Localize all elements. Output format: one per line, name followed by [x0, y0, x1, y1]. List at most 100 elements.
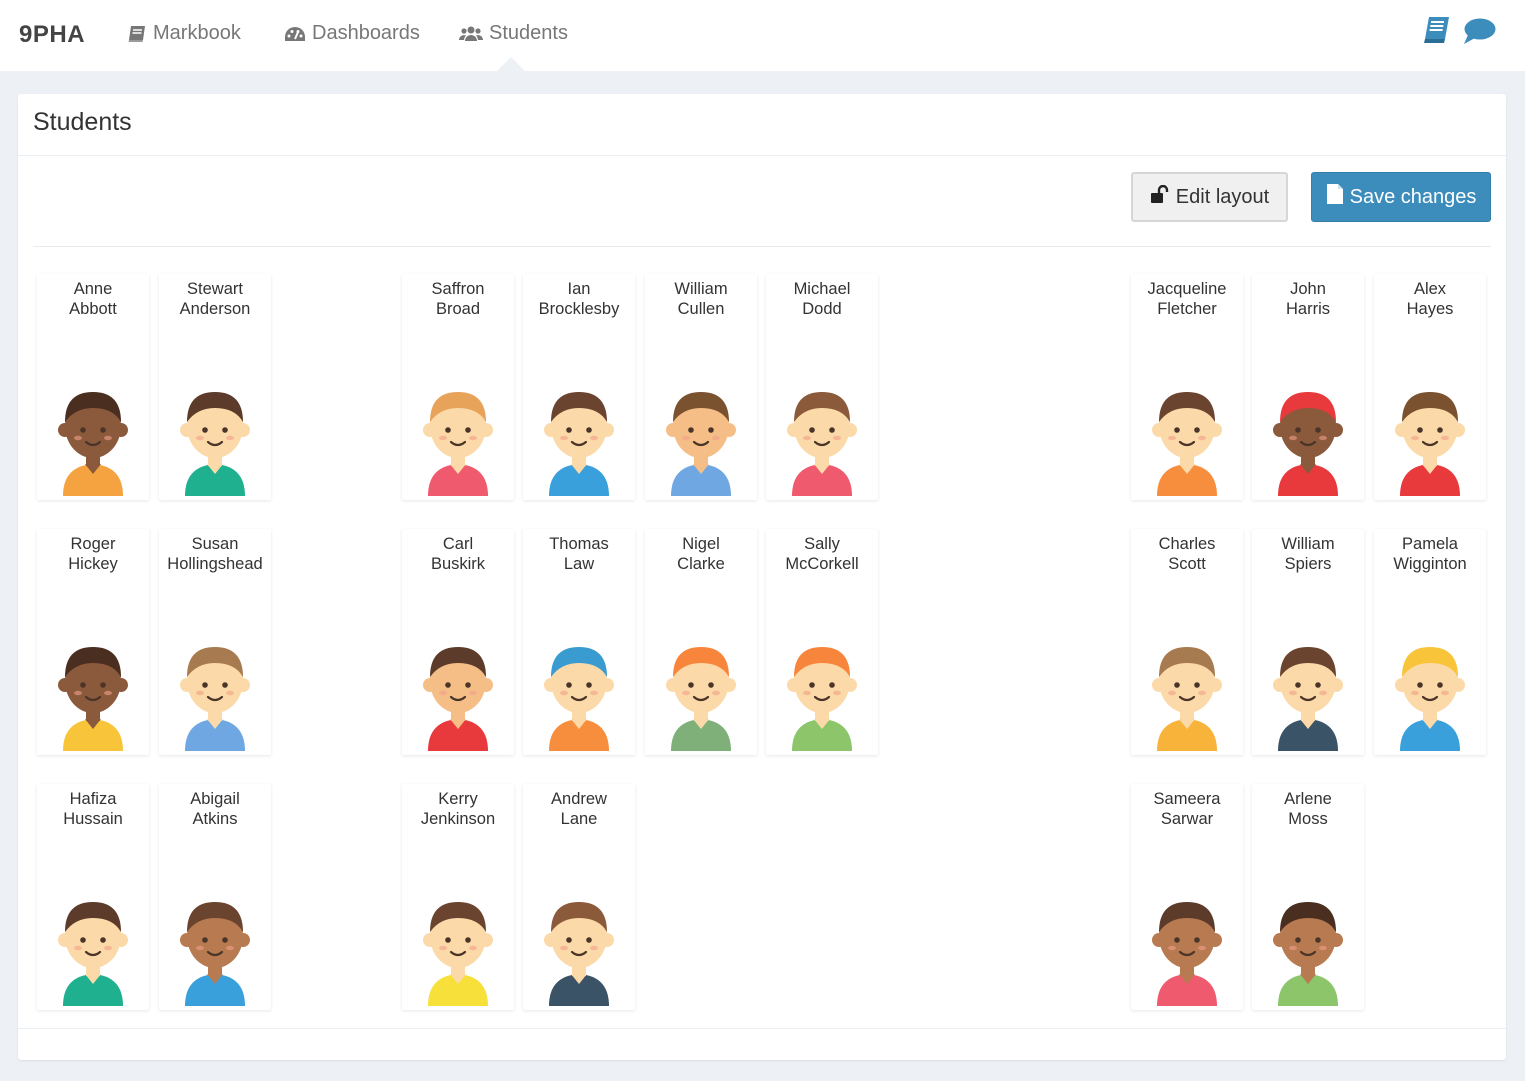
student-avatar [782, 378, 862, 501]
active-nav-caret [497, 57, 525, 71]
student-card[interactable]: Carl Buskirk [402, 529, 514, 755]
student-avatar [53, 378, 133, 501]
student-card[interactable]: Kerry Jenkinson [402, 784, 514, 1010]
student-last-name: Buskirk [430, 555, 486, 573]
student-last-name: Dodd [802, 300, 842, 318]
student-name: Anne Abbott [37, 279, 149, 319]
student-last-name: Hickey [68, 555, 118, 573]
student-card[interactable]: Nigel Clarke [645, 529, 757, 755]
student-last-name: Atkins [192, 810, 238, 828]
student-name: Saffron Broad [402, 279, 514, 319]
student-name: Nigel Clarke [645, 534, 757, 574]
student-card[interactable]: Saffron Broad [402, 274, 514, 500]
page-title: Students [33, 108, 132, 136]
student-avatar [1268, 378, 1348, 501]
student-avatar [539, 378, 619, 501]
student-name: Alex Hayes [1374, 279, 1486, 319]
dashboard-icon [284, 25, 306, 43]
student-card[interactable]: Pamela Wigginton [1374, 529, 1486, 755]
student-card[interactable]: Roger Hickey [37, 529, 149, 755]
student-card[interactable]: Alex Hayes [1374, 274, 1486, 500]
save-changes-button[interactable]: Save changes [1311, 172, 1491, 222]
nav-label: Markbook [153, 22, 241, 44]
student-avatar [539, 633, 619, 756]
student-first-name: Michael [793, 280, 851, 298]
student-first-name: Nigel [682, 535, 720, 553]
file-icon [1326, 183, 1344, 211]
student-avatar [1147, 378, 1227, 501]
student-card[interactable]: Sally McCorkell [766, 529, 878, 755]
student-name: Abigail Atkins [159, 789, 271, 829]
student-last-name: Harris [1286, 300, 1330, 318]
student-name: Ian Brocklesby [523, 279, 635, 319]
markbook-icon[interactable] [1421, 15, 1451, 50]
save-changes-label: Save changes [1349, 185, 1477, 208]
student-first-name: Hafiza [69, 790, 117, 808]
student-first-name: Alex [1413, 280, 1447, 298]
student-name: Jacqueline Fletcher [1131, 279, 1243, 319]
student-card[interactable]: Hafiza Hussain [37, 784, 149, 1010]
student-card[interactable]: Stewart Anderson [159, 274, 271, 500]
student-last-name: Hayes [1406, 300, 1454, 318]
student-first-name: Sally [804, 535, 840, 553]
nav-item-dashboards[interactable]: Dashboards [284, 22, 420, 45]
students-panel: Students Edit layout Save changes Anne Ab… [18, 94, 1506, 1060]
student-first-name: Andrew [551, 790, 607, 808]
book-icon [127, 25, 147, 43]
student-avatar [1390, 633, 1470, 756]
student-first-name: William [674, 280, 728, 298]
student-card[interactable]: John Harris [1252, 274, 1364, 500]
student-card[interactable]: William Cullen [645, 274, 757, 500]
student-name: Kerry Jenkinson [402, 789, 514, 829]
student-card[interactable]: Arlene Moss [1252, 784, 1364, 1010]
student-first-name: Susan [191, 535, 239, 553]
student-avatar [418, 633, 498, 756]
student-avatar [661, 378, 741, 501]
student-name: Thomas Law [523, 534, 635, 574]
student-avatar [1390, 378, 1470, 501]
users-icon [459, 25, 483, 43]
divider [33, 246, 1491, 247]
student-last-name: McCorkell [785, 555, 859, 573]
student-name: Hafiza Hussain [37, 789, 149, 829]
unlock-icon [1150, 184, 1170, 209]
student-last-name: Hussain [63, 810, 123, 828]
student-card[interactable]: Andrew Lane [523, 784, 635, 1010]
student-card[interactable]: Michael Dodd [766, 274, 878, 500]
student-card[interactable]: Susan Hollingshead [159, 529, 271, 755]
student-card[interactable]: William Spiers [1252, 529, 1364, 755]
student-avatar [539, 888, 619, 1011]
student-card[interactable]: Abigail Atkins [159, 784, 271, 1010]
student-name: Charles Scott [1131, 534, 1243, 574]
student-card[interactable]: Jacqueline Fletcher [1131, 274, 1243, 500]
nav-item-markbook[interactable]: Markbook [127, 22, 241, 45]
student-last-name: Brocklesby [538, 300, 620, 318]
student-name: Michael Dodd [766, 279, 878, 319]
nav-label: Dashboards [312, 22, 420, 44]
student-last-name: Lane [560, 810, 598, 828]
student-name: William Spiers [1252, 534, 1364, 574]
student-card[interactable]: Sameera Sarwar [1131, 784, 1243, 1010]
student-card[interactable]: Charles Scott [1131, 529, 1243, 755]
student-first-name: Thomas [549, 535, 609, 553]
student-card[interactable]: Thomas Law [523, 529, 635, 755]
student-last-name: Wigginton [1393, 555, 1467, 573]
student-first-name: William [1281, 535, 1335, 553]
student-avatar [418, 888, 498, 1011]
chat-icon[interactable] [1462, 17, 1496, 50]
nav-item-students[interactable]: Students [459, 22, 568, 45]
student-name: Carl Buskirk [402, 534, 514, 574]
student-name: John Harris [1252, 279, 1364, 319]
student-last-name: Spiers [1284, 555, 1332, 573]
student-name: Roger Hickey [37, 534, 149, 574]
edit-layout-button[interactable]: Edit layout [1131, 172, 1288, 222]
divider [18, 1028, 1506, 1029]
student-last-name: Abbott [69, 300, 117, 318]
student-last-name: Jenkinson [420, 810, 496, 828]
student-card[interactable]: Ian Brocklesby [523, 274, 635, 500]
student-avatar [175, 633, 255, 756]
student-avatar [418, 378, 498, 501]
student-card[interactable]: Anne Abbott [37, 274, 149, 500]
brand-logo[interactable]: 9PHA [19, 21, 85, 49]
student-first-name: Carl [442, 535, 474, 553]
